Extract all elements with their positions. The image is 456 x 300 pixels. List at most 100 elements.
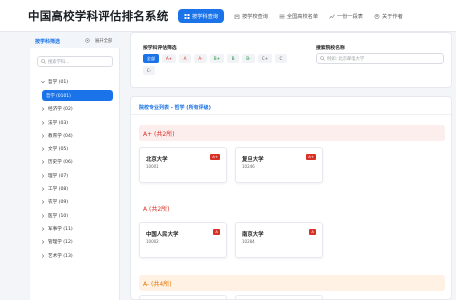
school-card[interactable]: 中国人民大学 10002 A	[139, 222, 227, 258]
school-name: 复旦大学	[242, 157, 264, 163]
tree-item-philosophy[interactable]: 哲学 (01)	[40, 76, 118, 89]
tree-item-literature[interactable]: 文学 (05)	[40, 143, 118, 156]
grade-chip-a-plus[interactable]: A+	[162, 54, 176, 63]
grade-group-title: A+ (共2所)	[143, 131, 175, 138]
tree-item-label: 管理学 (12)	[48, 240, 73, 246]
school-card[interactable]	[139, 295, 227, 299]
chevron-right-icon	[41, 187, 45, 191]
tree-item-agriculture[interactable]: 农学 (09)	[40, 196, 118, 209]
school-code: 10002	[146, 239, 159, 244]
tree-item-science[interactable]: 理学 (07)	[40, 170, 118, 183]
chevron-right-icon	[41, 107, 45, 112]
tree-item-label: 文学 (05)	[48, 147, 69, 153]
tree-item-economics[interactable]: 经济学 (02)	[40, 103, 118, 116]
chevron-right-icon	[41, 147, 45, 151]
grade-chip-c-minus[interactable]: C-	[143, 66, 155, 75]
school-name: 中国人民大学	[146, 232, 179, 238]
tree-item-medicine[interactable]: 医学 (10)	[40, 210, 118, 223]
tree-item-label: 医学 (10)	[48, 213, 69, 219]
tree-item-label: 经济学 (02)	[48, 107, 73, 113]
nav-school-list[interactable]: 全国高校名单	[274, 9, 323, 23]
chevron-right-icon	[41, 120, 45, 125]
tree-child-label: 哲学 (0101)	[46, 94, 71, 100]
search-icon	[320, 56, 325, 61]
grade-badge: A	[309, 229, 316, 235]
results-title: 院校专业列表 - 哲学 (所有评级)	[139, 105, 211, 111]
expand-all-button[interactable]: 展开全部	[95, 38, 112, 44]
tree-item-label: 军事学 (11)	[48, 226, 73, 232]
sidebar-title: 按学科筛选	[35, 39, 61, 45]
grid-icon	[184, 13, 190, 19]
grade-badge: A	[213, 229, 220, 235]
grade-chip-c-plus[interactable]: C+	[258, 54, 272, 63]
tree-item-law[interactable]: 法学 (03)	[40, 117, 118, 130]
tree-item-label: 历史学 (06)	[48, 160, 73, 166]
grade-chip-b-plus[interactable]: B+	[210, 54, 224, 63]
subject-search-input[interactable]	[48, 58, 110, 66]
tree-item-education[interactable]: 教育学 (04)	[40, 130, 118, 143]
nav-label: 一份一段表	[337, 13, 363, 20]
chart-icon	[329, 13, 335, 19]
grade-chip-a[interactable]: A	[179, 54, 191, 63]
nav-by-school[interactable]: 按学校查询	[229, 9, 273, 23]
tree-item-history[interactable]: 历史学 (06)	[40, 156, 118, 169]
results-panel: 院校专业列表 - 哲学 (所有评级) A+ (共2所) 北京大学 10001 A…	[130, 96, 452, 300]
school-code: 10246	[242, 164, 255, 169]
nav-by-subject[interactable]: 按学科查询	[178, 9, 224, 23]
tree-item-label: 哲学 (01)	[48, 80, 69, 85]
nav-label: 按学科查询	[192, 13, 218, 20]
grade-badge: A+	[210, 154, 220, 160]
grade-group-header: A+ (共2所)	[139, 125, 445, 141]
school-card[interactable]	[235, 295, 323, 299]
building-icon	[234, 14, 240, 19]
tree-item-management[interactable]: 管理学 (12)	[40, 236, 118, 249]
school-name: 南京大学	[242, 232, 264, 238]
search-icon	[41, 59, 46, 64]
nav-label: 全国高校名单	[286, 13, 319, 20]
school-search	[316, 53, 444, 64]
grade-badge: A+	[306, 154, 316, 160]
grade-chip-a-minus[interactable]: A-	[194, 54, 207, 63]
nav-score-table[interactable]: 一份一段表	[324, 9, 368, 23]
tree-child-selected[interactable]: 哲学 (0101)	[40, 89, 118, 103]
chevron-right-icon	[41, 160, 45, 165]
grade-group-header: A (共2所)	[139, 200, 445, 216]
divider	[131, 114, 451, 115]
tree-item-label: 艺术学 (13)	[48, 253, 73, 259]
app-title: 中国高校学科评估排名系统	[28, 9, 169, 23]
school-card[interactable]: 复旦大学 10246 A+	[235, 147, 323, 183]
grade-filter-label: 按学科评估筛选	[143, 46, 177, 51]
chevron-right-icon	[41, 253, 45, 258]
nav-about[interactable]: 关于作者	[369, 9, 408, 23]
tree-item-military[interactable]: 军事学 (11)	[40, 223, 118, 236]
sidebar-header: 按学科筛选 展开全部	[30, 32, 120, 48]
chevron-right-icon	[41, 213, 45, 218]
grade-chip-all[interactable]: 全部	[143, 54, 159, 63]
tree-item-engineering[interactable]: 工学 (08)	[40, 183, 118, 196]
settings-icon[interactable]	[85, 38, 90, 43]
grade-group-title: A (共2所)	[143, 206, 170, 213]
chevron-right-icon	[41, 200, 45, 205]
school-card[interactable]: 北京大学 10001 A+	[139, 147, 227, 183]
chevron-right-icon	[41, 227, 45, 231]
tree-item-arts[interactable]: 艺术学 (13)	[40, 250, 118, 263]
grade-chip-b-minus[interactable]: B-	[242, 54, 255, 63]
school-name: 北京大学	[146, 157, 168, 163]
tree-item-label: 教育学 (04)	[48, 133, 73, 139]
school-search-input[interactable]	[327, 55, 439, 63]
tree-item-label: 法学 (03)	[48, 120, 69, 126]
tree-item-label: 工学 (08)	[48, 187, 69, 193]
tree-item-label: 农学 (09)	[48, 200, 69, 206]
grade-chip-c[interactable]: C	[275, 54, 287, 63]
chevron-right-icon	[41, 240, 45, 245]
grade-group-header: A- (共4所)	[139, 275, 445, 291]
grade-chip-b[interactable]: B	[227, 54, 239, 63]
school-search-label: 搜索院校名称	[316, 46, 345, 51]
subject-search	[37, 56, 113, 67]
user-icon	[374, 13, 380, 19]
nav-label: 按学校查询	[241, 13, 268, 20]
school-code: 10284	[242, 239, 255, 244]
subject-sidebar: 按学科筛选 展开全部 哲学 (01) 哲学 (0101) 经济学 (02) 法学…	[30, 32, 120, 300]
app-header: 中国高校学科评估排名系统 按学科查询 按学校查询 全国高校名单 一份一段表 关于…	[0, 0, 456, 32]
school-card[interactable]: 南京大学 10284 A	[235, 222, 323, 258]
